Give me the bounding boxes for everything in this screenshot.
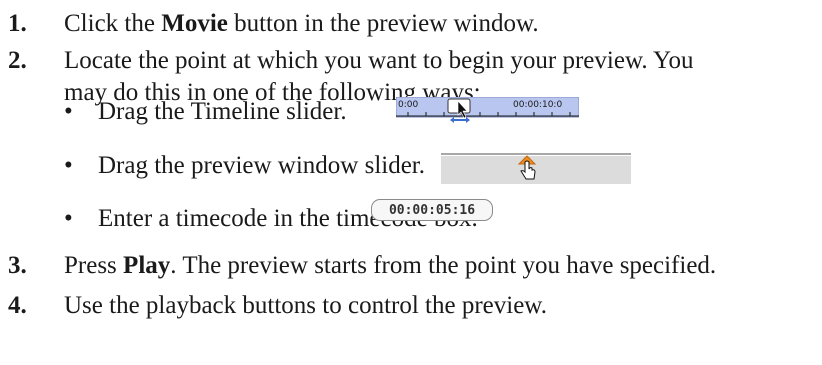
movie-label: Movie: [161, 10, 228, 37]
timecode-box: 00:00:05:16: [371, 199, 493, 221]
step-number: 2.: [8, 47, 27, 74]
timeline-end-label: 00:00:10:0: [513, 100, 562, 110]
step-text-line-1: Locate the point at which you want to be…: [64, 47, 694, 74]
bullet-marker: •: [64, 205, 73, 232]
timeline-slider-image: 0:00 00:00:10:0: [396, 97, 579, 123]
timeline-start-label: 0:00: [398, 100, 418, 110]
bullet-marker: •: [64, 98, 73, 125]
bullet-marker: •: [64, 152, 73, 179]
step-number: 3.: [8, 252, 27, 279]
bullet-text: Drag the Timeline slider.: [98, 98, 347, 125]
step-text: Press Play. The preview starts from the …: [64, 252, 717, 279]
bullet-text: Drag the preview window slider.: [98, 152, 426, 179]
step-number: 4.: [8, 292, 27, 319]
drag-arrows-icon: [450, 117, 470, 123]
step-text: Click the Movie button in the preview wi…: [64, 10, 539, 37]
step-text: Use the playback buttons to control the …: [64, 292, 547, 319]
step-number: 1.: [8, 10, 27, 37]
preview-slider-image: [441, 153, 631, 184]
play-label: Play: [123, 252, 171, 279]
